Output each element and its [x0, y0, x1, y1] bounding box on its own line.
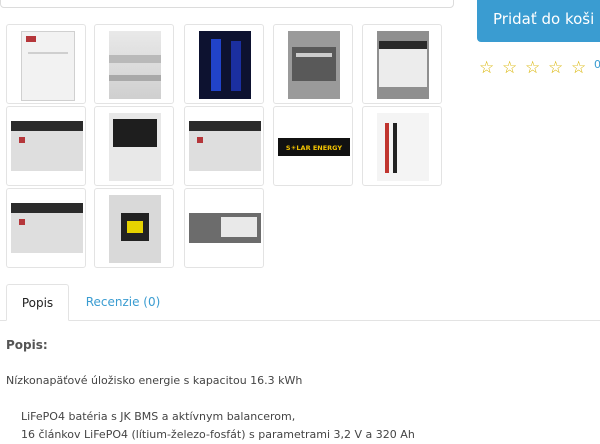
description-heading: Popis:: [6, 338, 48, 352]
product-photo: [377, 113, 429, 181]
product-photo: [377, 31, 429, 99]
product-photo: [189, 121, 261, 171]
star-outline-icon[interactable]: ☆: [479, 58, 502, 78]
product-rating: ☆ ☆ ☆ ☆ ☆ 0: [479, 58, 600, 78]
svg-text:S☀LAR ENERGY: S☀LAR ENERGY: [286, 144, 342, 152]
list-item: LiFePO4 batéria s JK BMS a aktívnym bala…: [21, 410, 296, 423]
gallery-thumbnail[interactable]: [94, 24, 174, 104]
product-photo: [109, 113, 161, 181]
product-photo: [189, 213, 261, 243]
product-tabs: Popis Recenzie (0): [0, 284, 600, 322]
product-photo: [11, 203, 83, 253]
product-photo: [11, 121, 83, 171]
rating-count[interactable]: 0: [594, 58, 600, 71]
product-photo: [199, 31, 251, 99]
gallery-thumbnail[interactable]: [362, 106, 442, 186]
tab-description[interactable]: Popis: [6, 284, 69, 321]
gallery-thumbnail[interactable]: [6, 188, 86, 268]
gallery-thumbnail[interactable]: [184, 188, 264, 268]
gallery-thumbnail[interactable]: [94, 188, 174, 268]
gallery-thumbnail[interactable]: [184, 24, 264, 104]
description-intro: Nízkonapäťové úložisko energie s kapacit…: [6, 374, 303, 387]
gallery-thumbnail[interactable]: [184, 106, 264, 186]
add-to-cart-button[interactable]: Pridať do koši: [477, 0, 600, 42]
list-item: 16 článkov LiFePO4 (lítium-železo-fosfát…: [21, 428, 415, 441]
gallery-thumbnail[interactable]: [6, 106, 86, 186]
gallery-thumbnail[interactable]: [273, 24, 353, 104]
product-photo: [109, 31, 161, 99]
gallery-thumbnail[interactable]: S☀LAR ENERGY: [273, 106, 353, 186]
product-photo: [288, 31, 340, 99]
gallery-thumbnail[interactable]: [94, 106, 174, 186]
description-list: LiFePO4 batéria s JK BMS a aktívnym bala…: [21, 408, 415, 444]
star-outline-icon[interactable]: ☆: [548, 58, 571, 78]
solar-energy-logo: S☀LAR ENERGY: [278, 138, 350, 156]
solar-energy-logo-graphic: S☀LAR ENERGY: [286, 144, 342, 152]
product-photo: [109, 195, 161, 263]
star-outline-icon[interactable]: ☆: [571, 58, 594, 78]
tab-reviews[interactable]: Recenzie (0): [80, 284, 166, 320]
star-outline-icon[interactable]: ☆: [525, 58, 548, 78]
quantity-field-edge[interactable]: [0, 0, 454, 8]
product-photo: [21, 31, 75, 101]
tabs-divider: [0, 320, 600, 321]
gallery-thumbnail[interactable]: [362, 24, 442, 104]
gallery-thumbnail[interactable]: [6, 24, 86, 104]
star-outline-icon[interactable]: ☆: [502, 58, 525, 78]
